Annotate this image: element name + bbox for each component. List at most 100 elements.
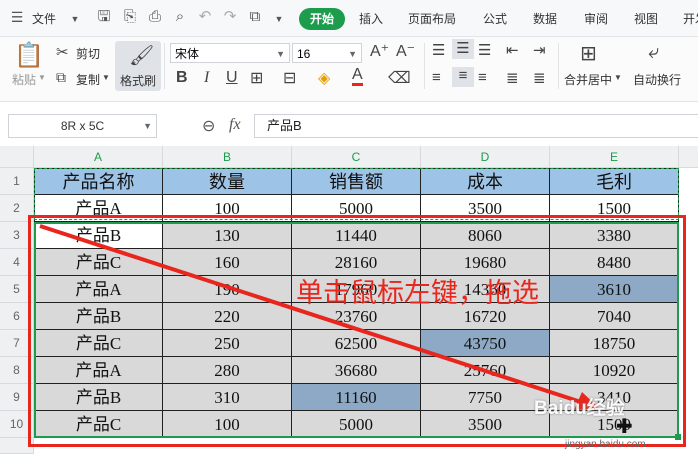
undo-icon[interactable]: ↶	[196, 8, 214, 26]
align-top-icon[interactable]: ☰	[432, 41, 445, 59]
fx-icon[interactable]: fx	[229, 116, 241, 134]
cut-button[interactable]: 剪切	[76, 45, 100, 62]
cell-b10[interactable]: 100	[163, 411, 292, 438]
redo-icon[interactable]: ↷	[221, 8, 239, 26]
header-cell-d[interactable]: 成本	[421, 168, 550, 195]
cell-b3[interactable]: 130	[163, 222, 292, 249]
cell-a9[interactable]: 产品B	[34, 384, 163, 411]
tab-page-layout[interactable]: 页面布局	[408, 10, 456, 27]
cell-e8[interactable]: 10920	[550, 357, 679, 384]
row-header-2[interactable]: 2	[0, 195, 34, 222]
cell-a2[interactable]: 产品A	[34, 195, 163, 222]
cell-e2[interactable]: 1500	[550, 195, 679, 222]
cell-e3[interactable]: 3380	[550, 222, 679, 249]
cell-c7[interactable]: 62500	[292, 330, 421, 357]
hamburger-icon[interactable]: ☰	[8, 8, 26, 26]
row-header-11[interactable]	[0, 438, 34, 454]
align-bottom-icon[interactable]: ☰	[478, 41, 491, 59]
cell-c8[interactable]: 36680	[292, 357, 421, 384]
cell-e6[interactable]: 7040	[550, 303, 679, 330]
tab-home[interactable]: 开始	[299, 8, 345, 30]
column-header-c[interactable]: C	[292, 146, 421, 168]
cell-e5[interactable]: 3610	[550, 276, 679, 303]
indent-increase-icon[interactable]: ⇥	[533, 41, 546, 59]
formula-input[interactable]: 产品B	[254, 114, 698, 138]
row-header-9[interactable]: 9	[0, 384, 34, 411]
cell-a6[interactable]: 产品B	[34, 303, 163, 330]
chevron-down-icon[interactable]: ▼	[102, 73, 110, 82]
row-header-1[interactable]: 1	[0, 168, 34, 195]
cell-d7[interactable]: 43750	[421, 330, 550, 357]
fill-color-icon[interactable]: ◈	[318, 68, 330, 88]
file-menu[interactable]: 文件	[32, 10, 56, 27]
name-box[interactable]: 8R x 5C ▼	[8, 114, 157, 138]
header-cell-b[interactable]: 数量	[163, 168, 292, 195]
column-header-f[interactable]	[679, 146, 698, 168]
column-header-d[interactable]: D	[421, 146, 550, 168]
cell-a10[interactable]: 产品C	[34, 411, 163, 438]
chevron-down-icon[interactable]: ▼	[614, 73, 622, 82]
cell-e4[interactable]: 8480	[550, 249, 679, 276]
align-center-icon[interactable]: ≡	[452, 67, 474, 87]
row-header-5[interactable]: 5	[0, 276, 34, 303]
column-header-a[interactable]: A	[34, 146, 163, 168]
eraser-icon[interactable]: ⌫	[388, 68, 411, 88]
zoom-icon[interactable]: ⊖	[202, 116, 215, 136]
copy-button[interactable]: 复制	[76, 71, 100, 88]
cell-b6[interactable]: 220	[163, 303, 292, 330]
copy-format-icon[interactable]: ⧉	[246, 8, 264, 26]
cell-b9[interactable]: 310	[163, 384, 292, 411]
header-cell-c[interactable]: 销售额	[292, 168, 421, 195]
cell-a5[interactable]: 产品A	[34, 276, 163, 303]
merge-cells-icon[interactable]: ⊞	[580, 41, 597, 66]
print-preview-icon[interactable]: ⌕	[171, 8, 189, 26]
row-header-3[interactable]: 3	[0, 222, 34, 249]
justify-icon[interactable]: ≣	[506, 69, 519, 87]
print-icon[interactable]: ⎙	[146, 8, 164, 26]
align-right-icon[interactable]: ≡	[478, 69, 487, 86]
row-header-6[interactable]: 6	[0, 303, 34, 330]
font-color-icon[interactable]: A	[352, 67, 363, 86]
cell-b2[interactable]: 100	[163, 195, 292, 222]
format-painter-button[interactable]: 🖌 格式刷	[115, 41, 161, 91]
font-size-select[interactable]: 16 ▼	[292, 43, 362, 63]
column-header-b[interactable]: B	[163, 146, 292, 168]
tab-insert[interactable]: 插入	[359, 10, 383, 27]
paste-icon[interactable]: 📋	[14, 41, 44, 70]
indent-decrease-icon[interactable]: ⇤	[506, 41, 519, 59]
cell-b5[interactable]: 190	[163, 276, 292, 303]
underline-icon[interactable]: U	[226, 69, 238, 87]
cell-b4[interactable]: 160	[163, 249, 292, 276]
cell-a8[interactable]: 产品A	[34, 357, 163, 384]
cell-c10[interactable]: 5000	[292, 411, 421, 438]
cell-c3[interactable]: 11440	[292, 222, 421, 249]
cell-a7[interactable]: 产品C	[34, 330, 163, 357]
font-name-select[interactable]: 宋体 ▼	[170, 43, 290, 63]
save-icon[interactable]: 🖫	[95, 8, 113, 26]
row-header-7[interactable]: 7	[0, 330, 34, 357]
tab-review[interactable]: 审阅	[584, 10, 608, 27]
cell-d10[interactable]: 3500	[421, 411, 550, 438]
merge-center-button[interactable]: 合并居中	[564, 71, 612, 88]
cell-c2[interactable]: 5000	[292, 195, 421, 222]
increase-font-icon[interactable]: A⁺	[370, 41, 389, 61]
wrap-text-icon[interactable]: ⤶	[648, 41, 659, 64]
distribute-icon[interactable]: ≣	[533, 69, 546, 87]
cell-d9[interactable]: 7750	[421, 384, 550, 411]
paste-button[interactable]: 粘贴	[12, 71, 36, 88]
fill-handle[interactable]	[675, 434, 681, 440]
align-left-icon[interactable]: ≡	[432, 69, 441, 86]
cell-a3[interactable]: 产品B	[34, 222, 163, 249]
cell-e7[interactable]: 18750	[550, 330, 679, 357]
chevron-down-icon[interactable]: ▼	[38, 73, 46, 82]
scissors-icon[interactable]: ✂	[56, 43, 69, 61]
header-cell-e[interactable]: 毛利	[550, 168, 679, 195]
chevron-down-icon[interactable]: ▼	[66, 10, 84, 28]
wrap-text-button[interactable]: 自动换行	[633, 71, 681, 88]
tab-formula[interactable]: 公式	[483, 10, 507, 27]
export-icon[interactable]: ⎘	[121, 8, 139, 26]
cell-d2[interactable]: 3500	[421, 195, 550, 222]
cell-b7[interactable]: 250	[163, 330, 292, 357]
cell-a4[interactable]: 产品C	[34, 249, 163, 276]
header-cell-a[interactable]: 产品名称	[34, 168, 163, 195]
